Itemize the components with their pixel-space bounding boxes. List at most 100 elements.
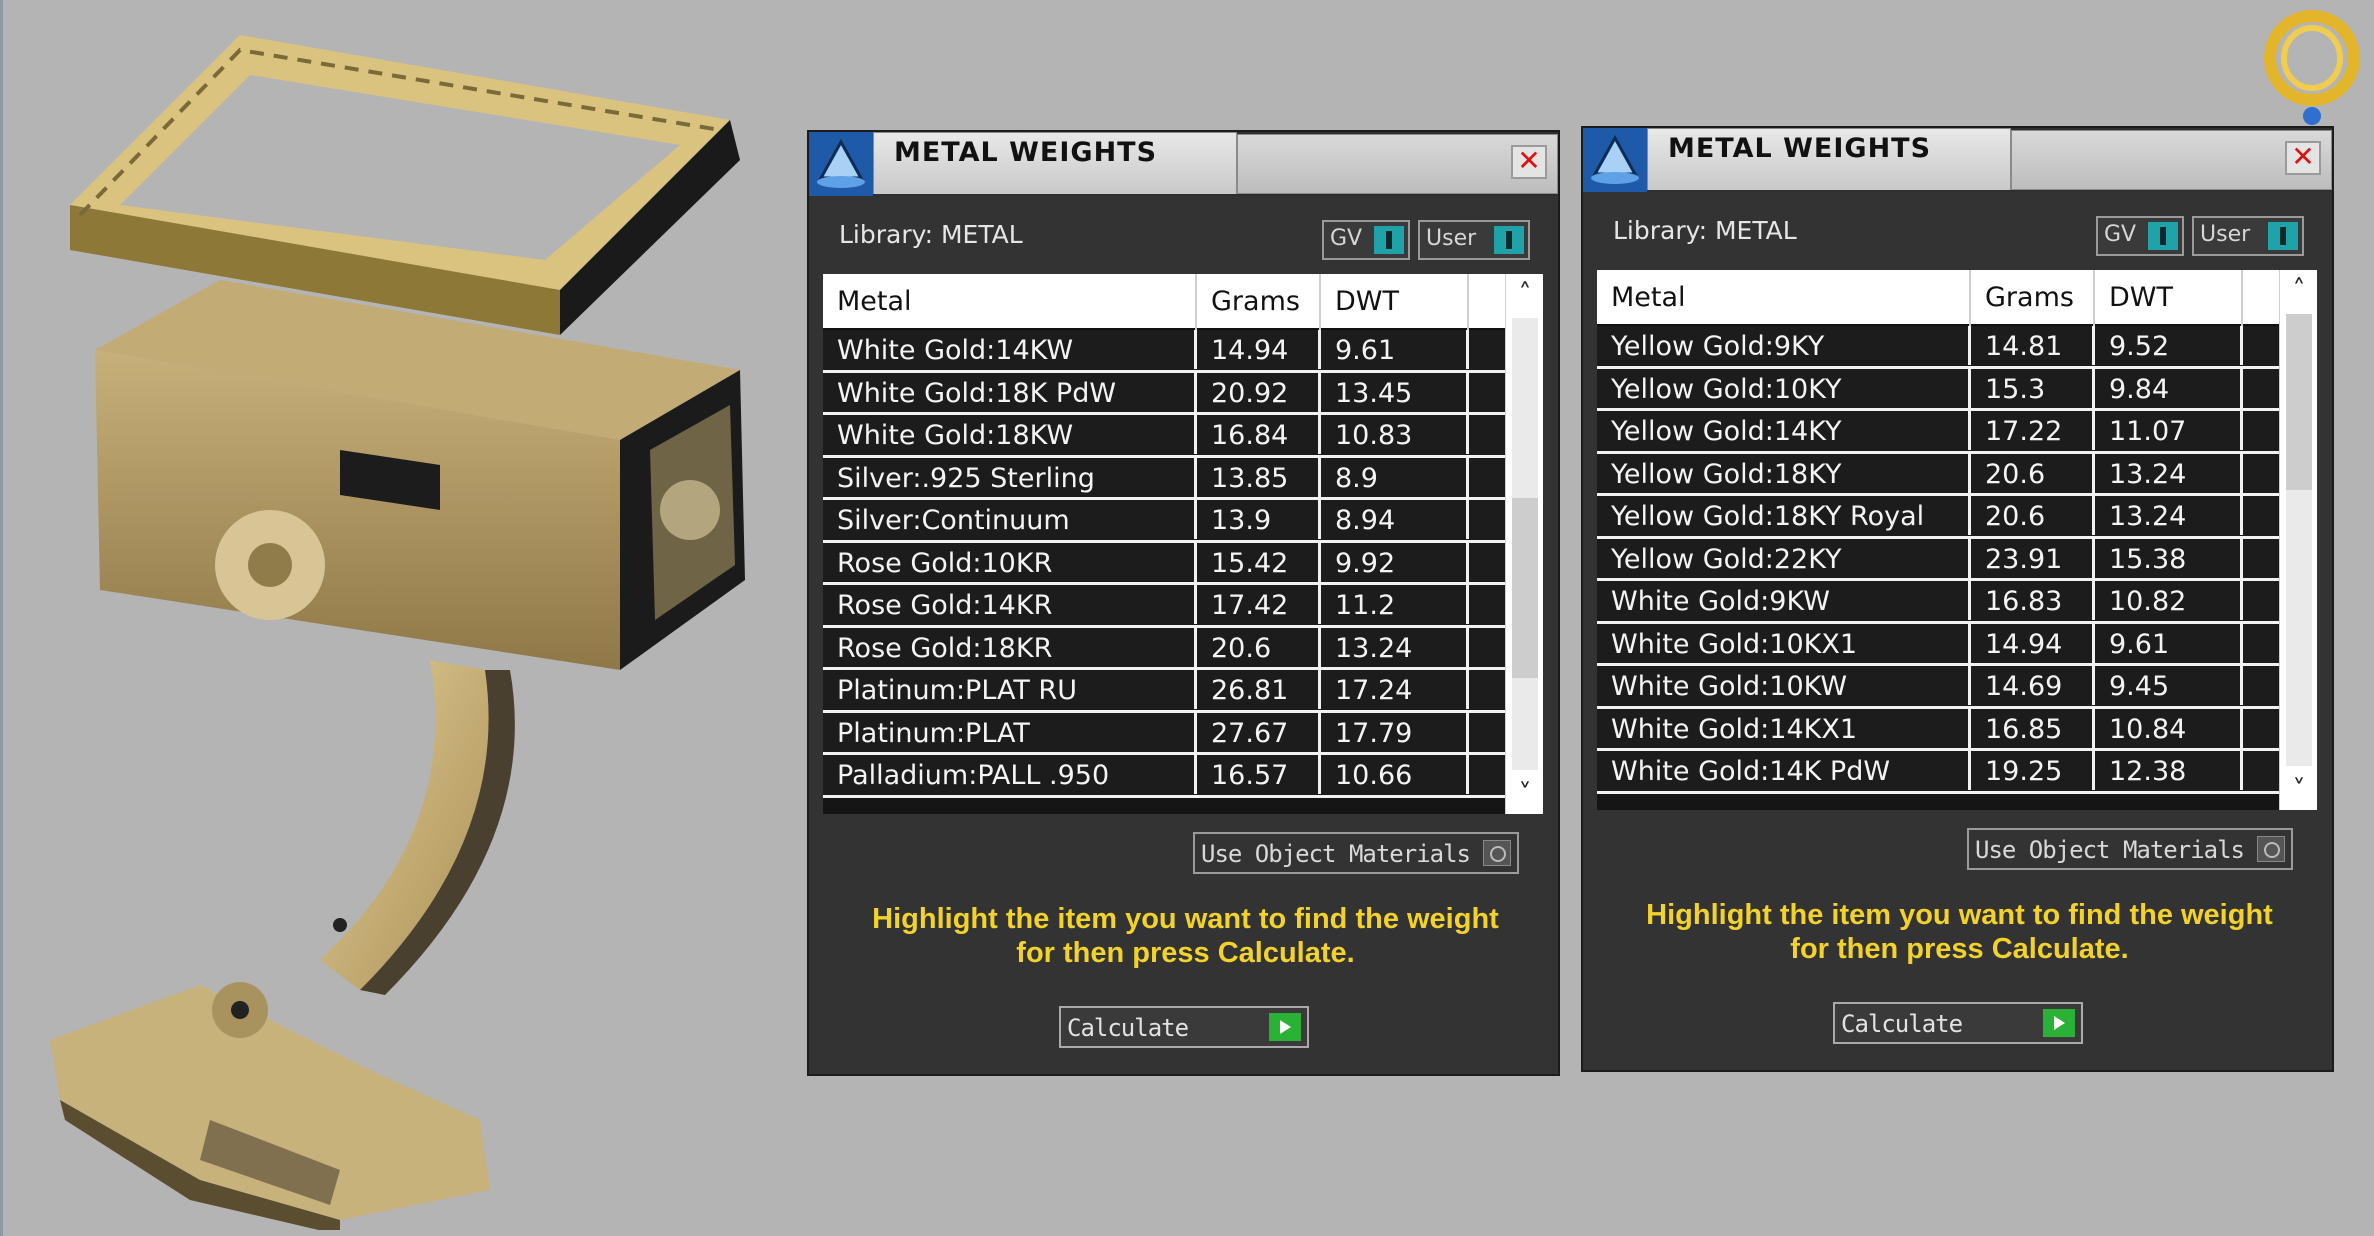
title-bar-fill: ✕ (2011, 130, 2332, 190)
grams-cell: 15.3 (1971, 368, 2095, 408)
grams-cell: 23.91 (1971, 538, 2095, 578)
viewport-3d-model[interactable] (40, 10, 780, 1230)
column-header-grams[interactable]: Grams (1197, 274, 1321, 330)
table-row[interactable]: White Gold:14KW 14.94 9.61 (823, 330, 1505, 373)
scroll-thumb[interactable] (1512, 498, 1538, 678)
grams-cell: 20.92 (1197, 372, 1321, 412)
panel-titlebar[interactable]: METAL WEIGHTS ✕ (1583, 128, 2332, 192)
gv-toggle-label: GV (1330, 226, 1363, 251)
metal-cell: White Gold:14K PdW (1597, 751, 1971, 790)
use-object-materials-label: Use Object Materials (1201, 840, 1471, 868)
grams-cell: 13.9 (1197, 500, 1321, 539)
table-row[interactable]: Platinum:PLAT 27.67 17.79 (823, 712, 1505, 755)
dwt-cell: 13.24 (2095, 496, 2243, 535)
metal-cell: White Gold:9KW (1597, 581, 1971, 620)
grams-cell: 17.42 (1197, 585, 1321, 624)
table-scrollbar[interactable]: ˄ ˅ (2279, 270, 2317, 810)
metal-cell: Yellow Gold:10KY (1597, 368, 1971, 408)
table-scrollbar[interactable]: ˄ ˅ (1505, 274, 1543, 814)
scale-icon (809, 132, 873, 196)
table-body: Yellow Gold:9KY 14.81 9.52 Yellow Gold:10KY… (1597, 326, 2279, 810)
toggle-knob (2148, 222, 2178, 250)
user-toggle[interactable]: User (2192, 216, 2304, 256)
metal-cell: Silver:Continuum (823, 500, 1197, 539)
table-row[interactable]: Silver:.925 Sterling 13.85 8.9 (823, 457, 1505, 500)
model-shank (320, 660, 515, 995)
scroll-track[interactable] (2286, 314, 2312, 766)
gv-toggle[interactable]: GV (1322, 220, 1410, 260)
metal-cell: Platinum:PLAT RU (823, 670, 1197, 709)
table-row[interactable]: Yellow Gold:9KY 14.81 9.52 (1597, 326, 2279, 369)
use-object-materials-toggle[interactable]: Use Object Materials (1193, 832, 1519, 874)
grams-cell: 27.67 (1197, 712, 1321, 752)
metal-weights-panel-1: METAL WEIGHTS ✕ Library: METAL GV User M… (807, 130, 1560, 1076)
metal-cell: Rose Gold:14KR (823, 585, 1197, 624)
table-row[interactable]: Yellow Gold:18KY Royal 20.6 13.24 (1597, 496, 2279, 539)
grams-cell: 14.94 (1971, 623, 2095, 663)
metal-cell: Yellow Gold:18KY (1597, 453, 1971, 493)
table-row[interactable]: Yellow Gold:14KY 17.22 11.07 (1597, 411, 2279, 454)
dwt-cell: 13.24 (1321, 627, 1469, 667)
table-row[interactable]: White Gold:10KX1 14.94 9.61 (1597, 623, 2279, 666)
calculate-button[interactable]: Calculate (1059, 1006, 1309, 1048)
table-row[interactable]: White Gold:14KX1 16.85 10.84 (1597, 708, 2279, 751)
user-toggle[interactable]: User (1418, 220, 1530, 260)
metal-cell: Yellow Gold:14KY (1597, 411, 1971, 450)
column-header-grams[interactable]: Grams (1971, 270, 2095, 326)
grams-cell: 16.57 (1197, 755, 1321, 794)
panel-titlebar[interactable]: METAL WEIGHTS ✕ (809, 132, 1558, 196)
dwt-cell: 17.79 (1321, 712, 1469, 752)
title-bar-fill: ✕ (1237, 134, 1558, 194)
dwt-cell: 17.24 (1321, 670, 1469, 709)
viewport-border (0, 0, 3, 1236)
calculate-label: Calculate (1841, 1010, 1963, 1038)
calculate-button[interactable]: Calculate (1833, 1002, 2083, 1044)
table-row[interactable]: Rose Gold:14KR 17.42 11.2 (823, 585, 1505, 628)
column-header-dwt[interactable]: DWT (1321, 274, 1469, 330)
table-row[interactable]: White Gold:9KW 16.83 10.82 (1597, 581, 2279, 624)
panel-title: METAL WEIGHTS (1668, 133, 1932, 164)
instruction-line-2: for then press Calculate. (1790, 933, 2129, 965)
scroll-down-icon[interactable]: ˅ (1506, 774, 1543, 814)
dwt-cell: 13.24 (2095, 453, 2243, 493)
column-header-dwt[interactable]: DWT (2095, 270, 2243, 326)
dwt-cell: 9.61 (2095, 623, 2243, 663)
scroll-track[interactable] (1512, 318, 1538, 770)
table-row[interactable]: White Gold:10KW 14.69 9.45 (1597, 666, 2279, 709)
close-button[interactable]: ✕ (1511, 145, 1547, 179)
scroll-up-icon[interactable]: ˄ (2280, 270, 2317, 310)
panel-title-tab: METAL WEIGHTS (1647, 128, 2011, 190)
metal-cell: Silver:.925 Sterling (823, 457, 1197, 497)
toggle-knob (2268, 222, 2298, 250)
scroll-thumb[interactable] (2286, 314, 2312, 490)
table-row[interactable]: Platinum:PLAT RU 26.81 17.24 (823, 670, 1505, 713)
table-row[interactable]: White Gold:18K PdW 20.92 13.45 (823, 372, 1505, 415)
table-row[interactable]: Yellow Gold:18KY 20.6 13.24 (1597, 453, 2279, 496)
table-row[interactable]: Palladium:PALL .950 16.57 10.66 (823, 755, 1505, 798)
scroll-down-icon[interactable]: ˅ (2280, 770, 2317, 810)
scroll-up-icon[interactable]: ˄ (1506, 274, 1543, 314)
table-header: Metal Grams DWT (823, 274, 1505, 330)
metal-cell: Yellow Gold:9KY (1597, 326, 1971, 365)
metal-cell: White Gold:14KW (823, 330, 1197, 369)
library-label: Library: METAL (1613, 216, 1797, 245)
play-icon (1269, 1013, 1301, 1041)
close-button[interactable]: ✕ (2285, 141, 2321, 175)
model-center-box (95, 280, 745, 670)
metal-table: Metal Grams DWT White Gold:14KW 14.94 9.61… (823, 274, 1543, 814)
table-row[interactable]: Yellow Gold:10KY 15.3 9.84 (1597, 368, 2279, 411)
gv-toggle[interactable]: GV (2096, 216, 2184, 256)
table-row[interactable]: White Gold:14K PdW 19.25 12.38 (1597, 751, 2279, 794)
table-row[interactable]: White Gold:18KW 16.84 10.83 (823, 415, 1505, 458)
use-object-materials-toggle[interactable]: Use Object Materials (1967, 828, 2293, 870)
instruction-text: Highlight the item you want to find the … (809, 902, 1562, 970)
column-header-metal[interactable]: Metal (1597, 270, 1971, 326)
toggle-knob (1494, 226, 1524, 254)
table-row[interactable]: Silver:Continuum 13.9 8.94 (823, 500, 1505, 543)
table-row[interactable]: Yellow Gold:22KY 23.91 15.38 (1597, 538, 2279, 581)
table-row[interactable]: Rose Gold:10KR 15.42 9.92 (823, 542, 1505, 585)
table-row[interactable]: Rose Gold:18KR 20.6 13.24 (823, 627, 1505, 670)
column-header-extra (1469, 274, 1505, 330)
model-top-frame (70, 35, 740, 335)
column-header-metal[interactable]: Metal (823, 274, 1197, 330)
